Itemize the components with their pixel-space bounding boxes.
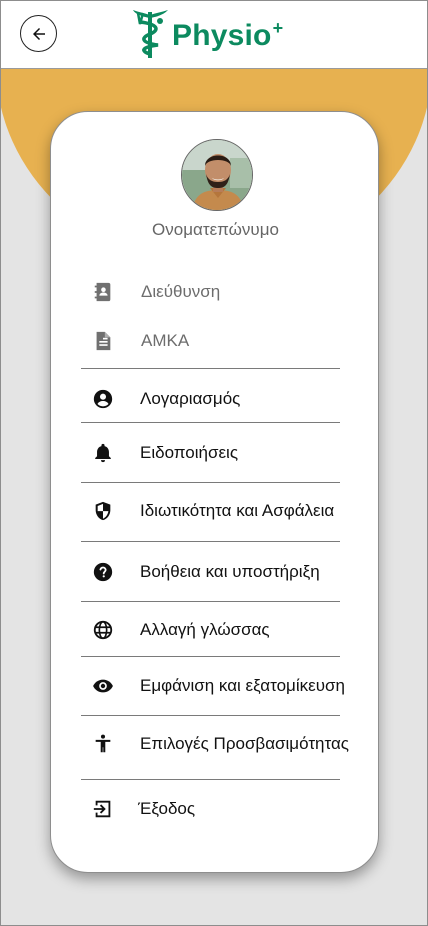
menu-item-privacy[interactable]: Ιδιωτικότητα και Ασφάλεια [91, 496, 334, 526]
divider [81, 601, 340, 602]
menu-item-notifications[interactable]: Ειδοποιήσεις [91, 438, 238, 468]
arrow-left-icon [32, 27, 45, 40]
help-circle-icon [91, 560, 115, 584]
profile-menu-card: Ονοματεπώνυμο Διεύθυνση ΑΜΚΑ Λογαριασμός… [50, 111, 379, 873]
app-logo: Physio + [132, 10, 283, 60]
address-label: Διεύθυνση [141, 282, 221, 301]
accessibility-icon [91, 732, 115, 756]
menu-item-label: Επιλογές Προσβασιμότητας [140, 734, 349, 753]
divider [81, 422, 340, 423]
divider [81, 368, 340, 369]
address-info: Διεύθυνση [91, 277, 220, 307]
menu-item-label: Βοήθεια και υποστήριξη [140, 562, 320, 581]
menu-item-language[interactable]: Αλλαγή γλώσσας [91, 615, 270, 645]
user-photo-icon [182, 140, 252, 210]
caduceus-logo-icon [133, 10, 168, 58]
menu-item-label: Αλλαγή γλώσσας [140, 620, 270, 639]
amka-info: ΑΜΚΑ [91, 326, 189, 356]
account-circle-icon [91, 387, 115, 411]
menu-item-label: Λογαριασμός [140, 389, 241, 408]
menu-item-label: Εμφάνιση και εξατομίκευση [140, 676, 345, 695]
bell-icon [91, 441, 115, 465]
user-full-name: Ονοματεπώνυμο [152, 220, 279, 239]
logout-icon [91, 797, 115, 821]
menu-item-label: Έξοδος [138, 799, 196, 818]
divider [81, 779, 340, 780]
menu-item-label: Ειδοποιήσεις [140, 443, 239, 462]
avatar[interactable] [181, 139, 253, 211]
menu-item-account[interactable]: Λογαριασμός [91, 384, 240, 414]
menu-item-accessibility[interactable]: Επιλογές Προσβασιμότητας [91, 729, 349, 759]
menu-item-help[interactable]: Βοήθεια και υποστήριξη [91, 557, 320, 587]
shield-icon [91, 499, 115, 523]
globe-icon [91, 618, 115, 642]
divider [81, 656, 340, 657]
eye-icon [91, 674, 115, 698]
divider [81, 482, 340, 483]
divider [81, 541, 340, 542]
document-icon [91, 329, 115, 353]
app-header: Physio + [0, 0, 428, 69]
logo-text: Physio [172, 19, 272, 52]
amka-label: ΑΜΚΑ [141, 331, 190, 350]
menu-item-appearance[interactable]: Εμφάνιση και εξατομίκευση [91, 671, 345, 701]
menu-item-label: Ιδιωτικότητα και Ασφάλεια [140, 501, 335, 520]
logo-plus: + [272, 18, 284, 38]
menu-item-logout[interactable]: Έξοδος [91, 794, 195, 824]
contacts-book-icon [91, 280, 115, 304]
divider [81, 715, 340, 716]
back-button[interactable] [20, 15, 57, 52]
